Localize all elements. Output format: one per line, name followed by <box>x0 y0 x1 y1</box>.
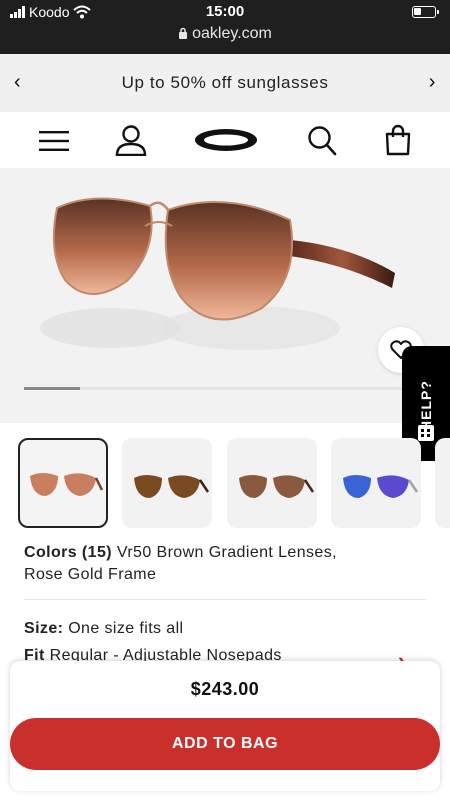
add-to-bag-button[interactable]: ADD TO BAG <box>10 718 440 770</box>
color-thumbnails <box>18 438 450 528</box>
colors-value-cont: Rose Gold Frame <box>24 566 157 583</box>
thumbnail-rose-gold[interactable] <box>18 438 108 528</box>
fit-label: Fit <box>24 647 45 662</box>
search-icon[interactable] <box>307 125 337 156</box>
purchase-card: $243.00 ADD TO BAG <box>10 661 440 791</box>
header-nav <box>0 112 450 168</box>
promo-text: Up to 50% off sunglasses <box>121 73 329 92</box>
address-bar[interactable]: oakley.com <box>0 25 450 43</box>
thumbnail-bronze[interactable] <box>227 438 317 528</box>
promo-banner: ‹ Up to 50% off sunglasses › <box>0 54 450 112</box>
thumbnail-prizm-sapphire[interactable] <box>331 438 421 528</box>
colors-label: Colors (15) <box>24 544 112 561</box>
account-icon[interactable] <box>115 125 147 156</box>
product-price: $243.00 <box>190 679 260 699</box>
product-image-gallery[interactable] <box>0 168 450 423</box>
status-bar: Koodo 15:00 oakley.com <box>0 0 450 54</box>
gallery-progress-bar <box>24 387 426 390</box>
lock-icon <box>179 27 188 39</box>
gallery-progress-fill <box>24 387 81 390</box>
menu-icon[interactable] <box>39 130 69 152</box>
product-image <box>40 197 395 350</box>
battery-icon <box>412 6 439 18</box>
oakley-logo[interactable] <box>193 128 259 152</box>
thumbnail-image <box>30 473 104 496</box>
thumbnail-image <box>134 475 210 498</box>
colors-value: Vr50 Brown Gradient Lenses, <box>116 544 337 561</box>
promo-next-button[interactable]: › <box>429 71 436 94</box>
thumbnail-more[interactable] <box>435 438 450 528</box>
divider <box>24 599 426 600</box>
size-info: Size: One size fits all <box>24 618 184 640</box>
thumbnail-image <box>239 475 315 498</box>
url-text: oakley.com <box>192 25 272 42</box>
bag-icon[interactable] <box>384 124 412 156</box>
status-time: 15:00 <box>205 3 245 20</box>
fit-value: Regular - Adjustable Nosepads <box>49 647 282 662</box>
promo-prev-button[interactable]: ‹ <box>14 71 21 94</box>
fit-info[interactable]: Fit Regular - Adjustable Nosepads <box>24 645 282 662</box>
size-label: Size: <box>24 620 64 637</box>
colors-info: Colors (15) Vr50 Brown Gradient Lenses, <box>24 542 337 564</box>
size-value: One size fits all <box>68 620 184 637</box>
thumbnail-image <box>343 475 419 498</box>
thumbnail-brown[interactable] <box>122 438 212 528</box>
